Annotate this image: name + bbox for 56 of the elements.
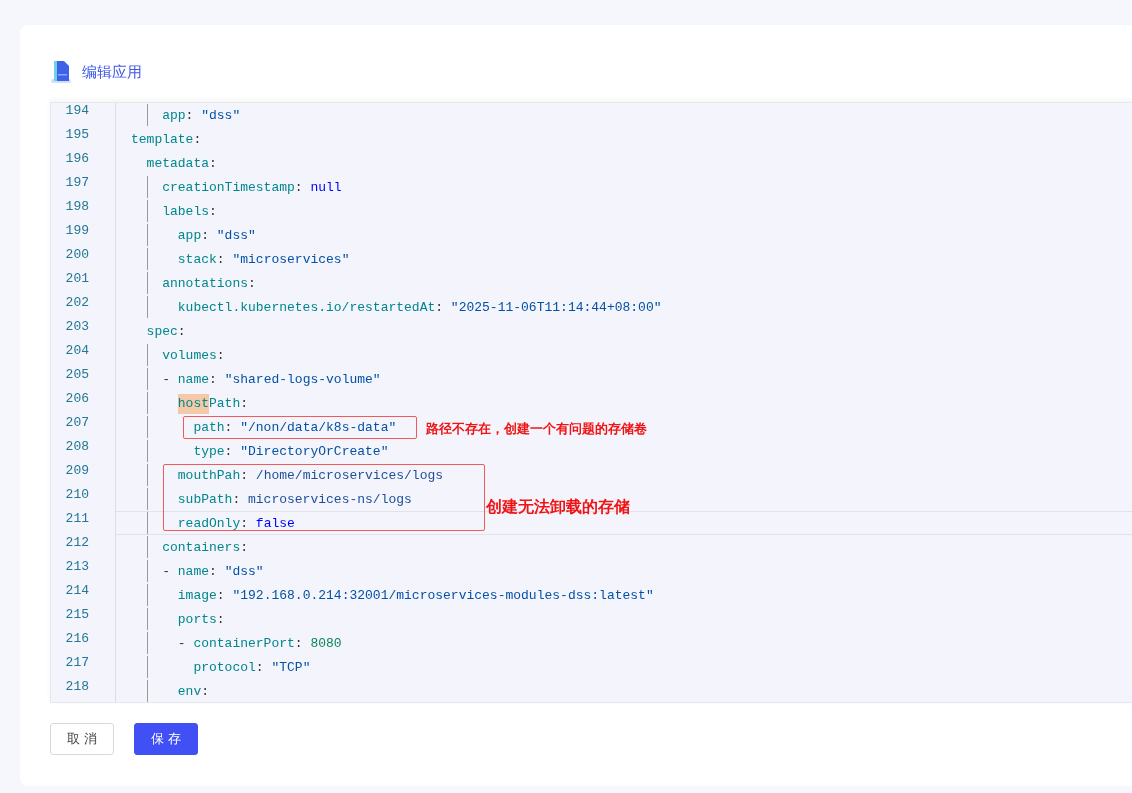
line-number: 203 <box>64 319 90 336</box>
code-line: metadata: <box>146 156 217 171</box>
code-line: - name: "dss" <box>162 564 264 579</box>
page-title: 编辑应用 <box>82 62 142 82</box>
code-line: - containerPort: 8080 <box>177 636 342 651</box>
code-line: app: "dss" <box>177 228 256 243</box>
line-number: 205 <box>64 367 90 384</box>
line-number: 217 <box>64 655 90 672</box>
line-number: 196 <box>64 151 90 168</box>
line-number: 197 <box>64 175 90 192</box>
code-line: kubectl.kubernetes.io/restartedAt: "2025-11-06T11:14:44+08:00" <box>177 300 662 315</box>
code-line: volumes: <box>162 348 225 363</box>
line-number: 214 <box>64 583 90 600</box>
code-line: readOnly: false <box>177 516 295 531</box>
line-number: 198 <box>64 199 90 216</box>
code-line: labels: <box>162 204 217 219</box>
cancel-button[interactable]: 取 消 <box>50 723 115 755</box>
code-line: env: <box>177 684 209 699</box>
line-number: 195 <box>64 127 90 144</box>
annotation-note: 路径不存在，创建一个有问题的存储卷 <box>426 420 647 438</box>
code-line: app: "dss" <box>162 108 241 123</box>
code-line: annotations: <box>162 276 256 291</box>
line-number: 199 <box>64 223 90 240</box>
line-number: 218 <box>64 679 90 696</box>
line-number: 204 <box>64 343 90 360</box>
line-number: 201 <box>64 271 90 288</box>
code-line: stack: "microservices" <box>177 252 350 267</box>
line-number: 194 <box>64 103 90 120</box>
line-number: 200 <box>64 247 90 264</box>
line-number: 206 <box>64 391 90 408</box>
line-number: 208 <box>64 439 90 456</box>
line-number: 209 <box>64 463 90 480</box>
code-line: creationTimestamp: null <box>162 180 342 195</box>
line-number: 213 <box>64 559 90 576</box>
code-line: mouthPah: /home/microservices/logs <box>177 468 444 483</box>
code-line: ports: <box>177 612 225 627</box>
code-line: template: <box>131 132 202 147</box>
code-line: subPath: microservices-ns/logs <box>177 492 412 507</box>
line-number: 207 <box>64 415 90 432</box>
code-line: image: "192.168.0.214:32001/microservices-modules-dss:latest" <box>177 588 654 603</box>
line-number: 210 <box>64 487 90 504</box>
document-icon <box>50 60 72 84</box>
line-number: 212 <box>64 535 90 552</box>
save-button[interactable]: 保 存 <box>134 723 199 755</box>
code-line: - name: "shared-logs-volume" <box>162 372 381 387</box>
code-line: containers: <box>162 540 248 555</box>
annotation-note: 创建无法卸载的存储 <box>486 497 630 518</box>
code-line: protocol: "TCP" <box>193 660 311 675</box>
line-number: 216 <box>64 631 90 648</box>
line-number: 211 <box>64 511 90 528</box>
code-line: path: "/non/data/k8s-data" <box>193 420 397 435</box>
line-number: 215 <box>64 607 90 624</box>
code-line: type: "DirectoryOrCreate" <box>193 444 389 459</box>
code-line: spec: <box>146 324 186 339</box>
code-editor[interactable] <box>50 102 1132 703</box>
line-number: 202 <box>64 295 90 312</box>
